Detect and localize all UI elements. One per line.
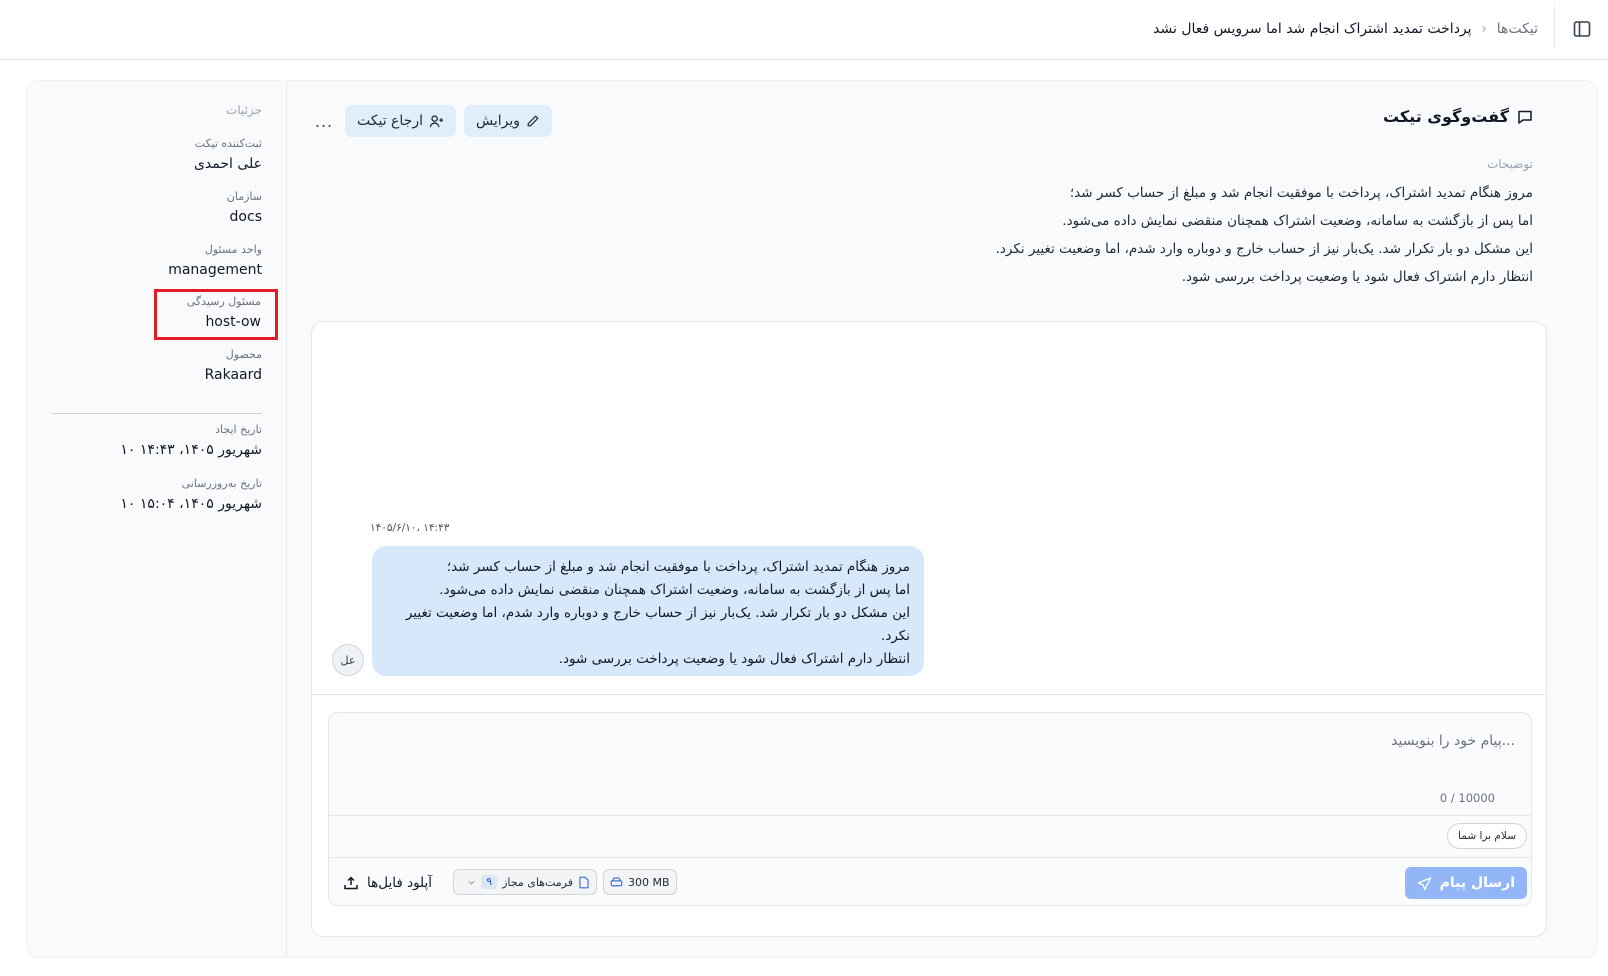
message-line: اما پس از بازگشت به سامانه، وضعیت اشتراک… [439, 582, 910, 598]
field-label: تاریخ ایجاد [215, 423, 262, 436]
topbar-divider [1554, 6, 1555, 48]
details-divider [51, 413, 262, 414]
upload-icon [343, 875, 359, 891]
chat-bubble-icon [1517, 109, 1533, 125]
field-label: محصول [225, 348, 262, 361]
conversation-header: گفت‌وگوی تیکت [1383, 107, 1533, 126]
quick-reply-chip[interactable]: سلام برا شما [1447, 823, 1527, 849]
field-created-at: تاریخ ایجاد ۱۰ شهریور ۱۴۰۵، ۱۴:۴۳ [120, 423, 262, 460]
upload-files-button[interactable]: آپلود فایل‌ها [343, 869, 432, 897]
field-value: ۱۰ شهریور ۱۴۰۵، ۱۵:۰۴ [120, 496, 262, 512]
formats-count-badge: ۹ [481, 875, 498, 889]
refer-ticket-button[interactable]: ارجاع تیکت [345, 105, 456, 137]
ticket-card: جزئیات ثبت‌کننده تیکت علی احمدی سازمان d… [26, 80, 1598, 958]
field-organization: سازمان docs [227, 190, 262, 227]
field-value: docs [229, 209, 262, 225]
field-updated-at: تاریخ به‌روزرسانی ۱۰ شهریور ۱۴۰۵، ۱۵:۰۴ [120, 477, 262, 514]
field-assignee: مسئول رسیدگی host-ow [153, 289, 278, 340]
field-value: علی احمدی [193, 156, 262, 172]
details-title: جزئیات [226, 103, 262, 117]
send-message-button[interactable]: ارسال پیام [1404, 867, 1527, 899]
field-department: واحد مسئول management [168, 243, 262, 280]
description-line: اما پس از بازگشت به سامانه، وضعیت اشتراک… [1062, 213, 1533, 229]
chat-divider [312, 694, 1546, 695]
field-product: محصول Rakaard [205, 348, 262, 385]
message-line: این مشکل دو بار تکرار شد. یک‌بار نیز از … [405, 605, 910, 644]
chat-box: ۱۴۰۵/۶/۱۰، ۱۴:۴۳ مروز هنگام تمدید اشتراک… [311, 321, 1547, 937]
composer-divider [329, 815, 1531, 816]
send-label: ارسال پیام [1439, 875, 1515, 891]
message-composer: 0 / 10000 سلام برا شما ارسال پیام 300 MB [328, 712, 1532, 906]
description-line: مروز هنگام تمدید اشتراک، پرداخت با موفقی… [1069, 185, 1533, 201]
upload-label: آپلود فایل‌ها [367, 875, 433, 891]
description-line: این مشکل دو بار تکرار شد. یک‌بار نیز از … [995, 241, 1533, 257]
user-plus-icon [429, 114, 444, 129]
description-text: مروز هنگام تمدید اشتراک، پرداخت با موفقی… [996, 179, 1533, 291]
conversation-title: گفت‌وگوی تیکت [1382, 107, 1509, 126]
message-line: انتظار دارم اشتراک فعال شود یا وضعیت پرد… [558, 651, 910, 667]
max-size-chip: 300 MB [603, 869, 677, 895]
edit-button[interactable]: ویرایش [463, 105, 553, 137]
field-label: سازمان [226, 190, 262, 203]
field-label: تاریخ به‌روزرسانی [181, 477, 262, 490]
field-label: واحد مسئول [204, 243, 262, 256]
message-bubble: مروز هنگام تمدید اشتراک، پرداخت با موفقی… [372, 546, 924, 676]
field-value: management [168, 262, 262, 278]
breadcrumb-current: پرداخت تمدید اشتراک انجام شد اما سرویس ف… [1153, 21, 1472, 37]
max-size-value: 300 MB [628, 875, 670, 889]
field-reporter: ثبت‌کننده تیکت علی احمدی [194, 137, 262, 174]
breadcrumb-tickets-link[interactable]: تیکت‌ها [1497, 21, 1538, 37]
refer-ticket-label: ارجاع تیکت [357, 113, 423, 129]
edit-label: ویرایش [475, 113, 521, 129]
sidebar-toggle-icon[interactable] [1570, 17, 1594, 41]
ticket-actions: ... ارجاع تیکت ویرایش [311, 105, 553, 137]
chevron-down-icon [467, 878, 476, 887]
message-input[interactable] [345, 723, 1515, 759]
description-label: توضیحات [1486, 157, 1533, 171]
description-line: انتظار دارم اشتراک فعال شود یا وضعیت پرد… [1181, 269, 1533, 285]
file-icon [578, 876, 590, 889]
message-timestamp: ۱۴۰۵/۶/۱۰، ۱۴:۴۳ [370, 522, 450, 534]
allowed-formats-dropdown[interactable]: فرمت‌های مجاز ۹ [453, 869, 597, 895]
char-counter: 0 / 10000 [1439, 791, 1495, 805]
field-value: Rakaard [204, 367, 262, 383]
top-bar: تیکت‌ها › پرداخت تمدید اشتراک انجام شد ا… [0, 0, 1608, 60]
avatar: عل [332, 644, 364, 676]
field-label: ثبت‌کننده تیکت [194, 137, 262, 150]
details-panel: جزئیات ثبت‌کننده تیکت علی احمدی سازمان d… [27, 81, 287, 957]
breadcrumb-separator: › [1481, 21, 1487, 37]
send-icon [1417, 876, 1432, 891]
drive-icon [610, 876, 623, 889]
pencil-icon [526, 114, 540, 128]
formats-label: فرمت‌های مجاز [502, 875, 573, 889]
field-label: مسئول رسیدگی [186, 295, 261, 308]
breadcrumb: تیکت‌ها › پرداخت تمدید اشتراک انجام شد ا… [1153, 17, 1538, 41]
field-value: host-ow [205, 314, 261, 330]
field-value: ۱۰ شهریور ۱۴۰۵، ۱۴:۴۳ [120, 442, 262, 458]
more-options-button[interactable]: ... [311, 112, 337, 131]
message-line: مروز هنگام تمدید اشتراک، پرداخت با موفقی… [446, 559, 910, 575]
composer-divider [329, 857, 1531, 858]
